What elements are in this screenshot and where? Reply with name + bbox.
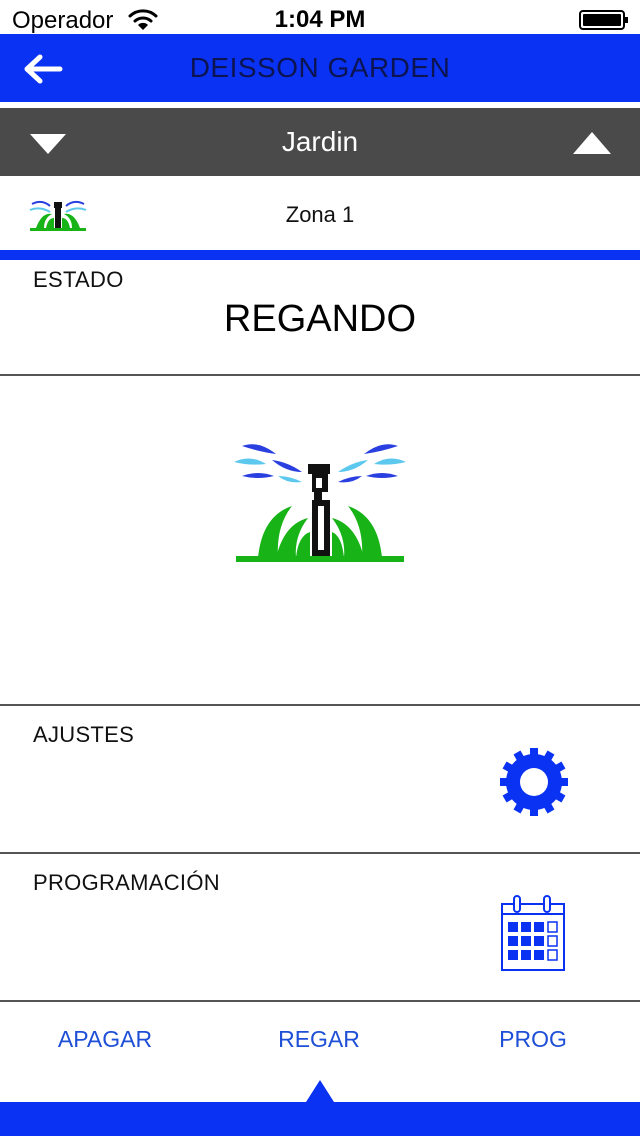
triangle-up-icon[interactable]: [571, 128, 613, 158]
tab-indicator: [306, 1080, 334, 1102]
battery-icon: [579, 10, 628, 30]
sprinkler-icon: [234, 444, 406, 562]
status-value: REGANDO: [223, 298, 417, 340]
garden-name: Jardin: [281, 126, 359, 157]
tab-prog[interactable]: PROG: [433, 1026, 633, 1053]
calendar-icon[interactable]: [500, 894, 566, 972]
page-title: DEISSON GARDEN: [189, 52, 451, 83]
bottom-band: [0, 1102, 640, 1136]
estado-label: ESTADO: [33, 267, 124, 292]
nav-bar: DEISSON GARDEN: [0, 34, 640, 102]
schedule-label: PROGRAMACIÓN: [33, 870, 220, 895]
garden-selector: Jardin: [0, 108, 640, 176]
zone-name: Zona 1: [285, 202, 355, 227]
zone-underline: [0, 250, 640, 260]
divider: [0, 374, 640, 376]
zone-row[interactable]: Zona 1: [0, 176, 640, 250]
divider: [0, 852, 640, 854]
tab-regar[interactable]: REGAR: [219, 1026, 419, 1053]
divider: [0, 704, 640, 706]
clock: 1:04 PM: [274, 6, 366, 33]
settings-label: AJUSTES: [33, 722, 135, 747]
gear-icon[interactable]: [500, 744, 568, 820]
tab-apagar[interactable]: APAGAR: [5, 1026, 205, 1053]
